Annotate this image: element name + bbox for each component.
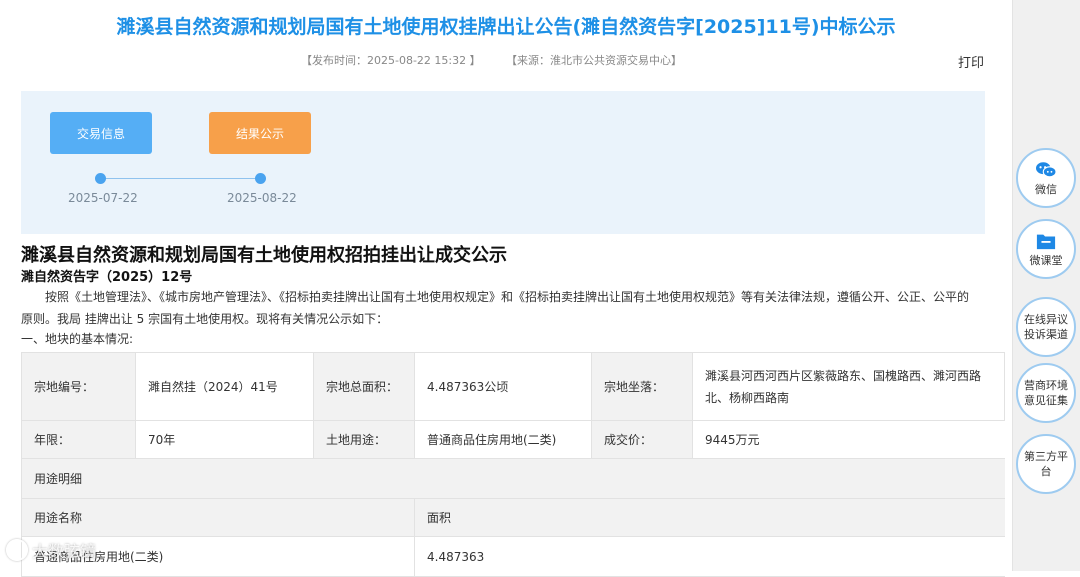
notice-intro: 按照《土地管理法》、《城市房地产管理法》、《招标拍卖挂牌出让国有土地使用权规定》… <box>21 290 970 326</box>
land-info-table: 宗地编号： 濉自然挂（2024）41号 宗地总面积： 4.487363公顷 宗地… <box>21 352 1005 577</box>
watermark-text: 大数弦镜 <box>32 542 97 561</box>
print-button[interactable]: 打印 <box>958 52 984 71</box>
term-value: 70年 <box>135 420 314 459</box>
detail-header: 用途明细 <box>21 458 1005 499</box>
notice-title: 濉溪县自然资源和规划局国有土地使用权招拍挂出让成交公示 <box>21 245 507 266</box>
location-value: 濉溪县河西河西片区紫薇路东、国槐路西、濉河西路北、杨柳西路南 <box>692 352 1005 421</box>
sidebar-complaint-button[interactable]: 在线异议投诉渠道 <box>1016 297 1076 357</box>
area-label: 宗地总面积： <box>313 352 415 421</box>
area-value: 4.487363公顷 <box>414 352 592 421</box>
timeline-line <box>101 178 261 179</box>
sidebar-label: 在线异议投诉渠道 <box>1024 313 1068 341</box>
use-label: 土地用途： <box>313 420 415 459</box>
sidebar-label: 微课堂 <box>1029 253 1063 267</box>
price-value: 9445万元 <box>692 420 1005 459</box>
wechat-icon <box>1036 161 1057 177</box>
table-row: 用途名称 面积 <box>21 498 1005 537</box>
watermark-logo-icon <box>6 539 28 561</box>
sidebar-third-party-button[interactable]: 第三方平台 <box>1016 434 1076 494</box>
sidebar-label: 营商环境意见征集 <box>1024 379 1068 407</box>
parcel-no-value: 濉自然挂（2024）41号 <box>135 352 314 421</box>
tab-result-notice[interactable]: 结果公示 <box>209 112 311 154</box>
publish-time: 【发布时间：2025-08-22 15:32 】 <box>301 54 481 67</box>
sidebar-label: 微信 <box>1035 182 1057 196</box>
detail-col-name: 用途名称 <box>21 498 415 537</box>
parcel-no-label: 宗地编号： <box>21 352 136 421</box>
location-label: 宗地坐落： <box>591 352 693 421</box>
sidebar-classroom-button[interactable]: 微课堂 <box>1016 219 1076 279</box>
timeline-date-1: 2025-07-22 <box>68 191 138 205</box>
table-row: 用途明细 <box>21 458 1005 499</box>
source-info: 【来源：淮北市公共资源交易中心】 <box>506 54 682 67</box>
sidebar-label: 第三方平台 <box>1024 450 1068 478</box>
timeline-date-2: 2025-08-22 <box>227 191 297 205</box>
table-row: 年限： 70年 土地用途： 普通商品住房用地(二类) 成交价： 9445万元 <box>21 420 1005 459</box>
term-label: 年限： <box>21 420 136 459</box>
detail-col-area: 面积 <box>414 498 1005 537</box>
folder-icon <box>1036 234 1056 249</box>
table-row: 宗地编号： 濉自然挂（2024）41号 宗地总面积： 4.487363公顷 宗地… <box>21 352 1005 421</box>
main-content: 濉溪县自然资源和规划局国有土地使用权挂牌出让公告(濉自然资告字[2025]11号… <box>0 0 1012 577</box>
timeline-dot-1 <box>95 173 106 184</box>
watermark: 大数弦镜 <box>6 538 96 562</box>
sidebar-feedback-button[interactable]: 营商环境意见征集 <box>1016 363 1076 423</box>
sidebar-wechat-button[interactable]: 微信 <box>1016 148 1076 208</box>
timeline-panel: 交易信息 结果公示 2025-07-22 2025-08-22 <box>21 91 985 234</box>
notice-doc-number: 濉自然资告字（2025）12号 <box>21 270 193 285</box>
price-label: 成交价： <box>591 420 693 459</box>
page-title: 濉溪县自然资源和规划局国有土地使用权挂牌出让公告(濉自然资告字[2025]11号… <box>116 16 896 38</box>
tab-transaction-info[interactable]: 交易信息 <box>50 112 152 154</box>
section-heading: 一、地块的基本情况: <box>21 332 134 346</box>
timeline-dot-2 <box>255 173 266 184</box>
use-value: 普通商品住房用地(二类) <box>414 420 592 459</box>
